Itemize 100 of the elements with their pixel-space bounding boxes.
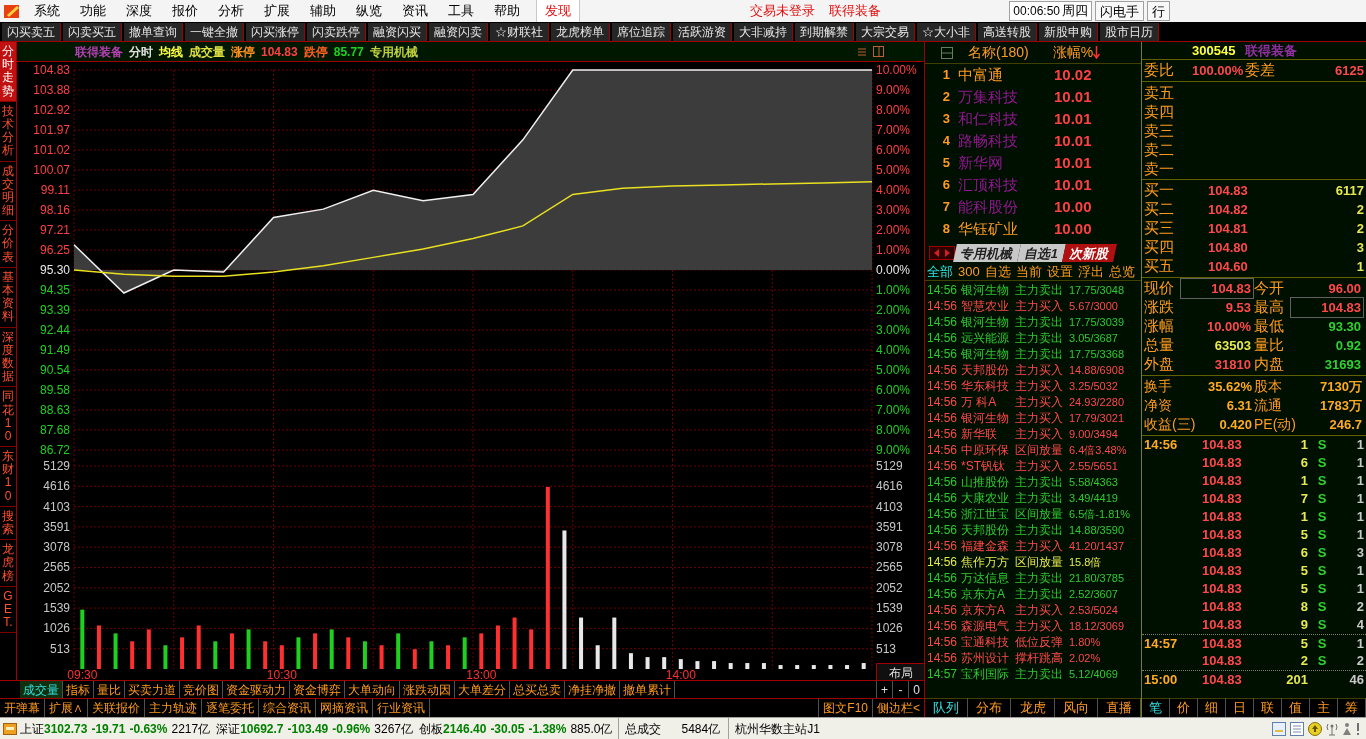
sector-tab[interactable]: 专用机械 xyxy=(953,244,1021,262)
alert-stock[interactable]: 宝利国际 xyxy=(961,665,1015,683)
tab[interactable]: 成交量 xyxy=(20,680,63,699)
side-tab[interactable]: 东财10 xyxy=(0,447,16,507)
alert-stock[interactable]: 智慧农业 xyxy=(961,297,1015,315)
menu-item[interactable]: 报价 xyxy=(162,1,208,21)
menu-item[interactable]: 分析 xyxy=(208,1,254,21)
alert-stock[interactable]: 银河生物 xyxy=(961,345,1015,363)
side-tab[interactable]: 同花10 xyxy=(0,387,16,448)
alert-stock[interactable]: 焦作万方 xyxy=(961,553,1015,571)
axis-label: 2.00% xyxy=(876,222,911,237)
alert-signal: 主力买入 xyxy=(1015,410,1064,427)
collapse-icon[interactable] xyxy=(941,46,953,59)
alert-stock[interactable]: 大康农业 xyxy=(961,489,1015,507)
person-icon[interactable] xyxy=(1342,721,1352,736)
filter-tab[interactable]: 设置 xyxy=(1046,261,1073,282)
menu-item[interactable]: 系统 xyxy=(24,1,70,21)
toolbar-button[interactable]: 闪买卖五 xyxy=(2,22,61,41)
alert-stock[interactable]: 宝通科技 xyxy=(961,633,1015,651)
alert-stock[interactable]: 万达信息 xyxy=(961,569,1015,587)
upload-icon[interactable] xyxy=(1308,721,1322,736)
alert-value: 14.88/6908 xyxy=(1069,362,1125,378)
side-tab[interactable]: 分价表 xyxy=(0,221,16,268)
header-button[interactable]: 闪电手 xyxy=(1095,1,1144,21)
filter-tab[interactable]: 浮出 xyxy=(1077,261,1104,282)
stock-name[interactable]: 华钰矿业 xyxy=(958,217,1054,241)
toolbar-button[interactable]: 龙虎榜单 xyxy=(551,22,610,41)
toolbar-button[interactable]: ☆财联社 xyxy=(490,22,549,41)
toolbar-button[interactable]: 股市日历 xyxy=(1100,22,1159,41)
sector-tab[interactable]: 自选1 xyxy=(1017,244,1067,262)
menu-item[interactable]: 功能 xyxy=(70,1,116,21)
alert-stock[interactable]: 华东科技 xyxy=(961,377,1015,395)
toolbar-button[interactable]: 闪卖买五 xyxy=(63,22,122,41)
sector-tab[interactable]: 次新股 xyxy=(1062,244,1118,262)
toolbar-button[interactable]: 融资闪买 xyxy=(368,22,427,41)
alert-signal: 主力买入 xyxy=(1015,298,1064,315)
column-header[interactable]: 名称(180) xyxy=(968,42,1029,63)
toolbar-button[interactable]: 新股申购 xyxy=(1039,22,1098,41)
toolbar-button[interactable]: 大非减持 xyxy=(734,22,793,41)
menu-item[interactable]: 深度 xyxy=(116,1,162,21)
app-logo-icon[interactable] xyxy=(3,3,21,19)
chart-header-text: 104.83 xyxy=(261,43,298,61)
stat-value: 6.31 xyxy=(1225,396,1253,415)
alert-stock[interactable]: 苏州设计 xyxy=(961,649,1015,667)
tick-count: 1 xyxy=(1356,562,1364,581)
layout-button[interactable]: 布局 xyxy=(876,663,924,680)
alert-stock[interactable]: 天邦股份 xyxy=(961,361,1015,379)
menu-item[interactable]: 纵览 xyxy=(346,1,392,21)
list-icon[interactable] xyxy=(1290,721,1304,736)
alert-stock[interactable]: 京东方A xyxy=(961,601,1015,619)
alert-stock[interactable]: 新华联 xyxy=(961,425,1015,443)
menu-item[interactable]: 扩展 xyxy=(254,1,300,21)
alert-stock[interactable]: 福建金森 xyxy=(961,537,1015,555)
toolbar-button[interactable]: ☆大小非 xyxy=(917,22,976,41)
axis-label: 10.00% xyxy=(876,63,917,77)
alert-stock[interactable]: 森源电气 xyxy=(961,617,1015,635)
window-icon[interactable] xyxy=(873,46,884,57)
scroll-arrows-icon[interactable] xyxy=(929,246,955,260)
toolbar-button[interactable]: 席位追踪 xyxy=(612,22,671,41)
toolbar-button[interactable]: 闪卖跌停 xyxy=(307,22,366,41)
alert-stock[interactable]: 京东方A xyxy=(961,585,1015,603)
menu-item[interactable]: 资讯 xyxy=(392,1,438,21)
toolbar-button[interactable]: 到期解禁 xyxy=(795,22,854,41)
filter-tab[interactable]: 当前 xyxy=(1015,261,1042,282)
header-button[interactable]: 行 xyxy=(1147,1,1170,21)
menu-item[interactable]: 辅助 xyxy=(300,1,346,21)
column-header[interactable]: 涨幅% xyxy=(1052,42,1094,63)
toolbar-button[interactable]: 闪买涨停 xyxy=(246,22,305,41)
alert-stock[interactable]: 远兴能源 xyxy=(961,329,1015,347)
toolbar-button[interactable]: 一键全撤 xyxy=(185,22,244,41)
stock-name[interactable]: 中富通 xyxy=(958,63,1054,87)
alert-stock[interactable]: 银河生物 xyxy=(961,313,1015,331)
toolbar-button[interactable]: 大宗交易 xyxy=(856,22,915,41)
panel-icon[interactable] xyxy=(1272,721,1286,736)
antenna-icon[interactable] xyxy=(1326,721,1338,736)
side-tab[interactable]: 分时走势 xyxy=(0,42,16,102)
side-tab[interactable]: 龙虎榜 xyxy=(0,540,16,587)
alert-stock[interactable]: 银河生物 xyxy=(961,281,1015,299)
alert-stock[interactable]: 浙江世宝 xyxy=(961,505,1015,523)
toolbar-button[interactable]: 活跃游资 xyxy=(673,22,732,41)
alert-stock[interactable]: 银河生物 xyxy=(961,409,1015,427)
alert-stock[interactable]: 中原环保 xyxy=(961,441,1015,459)
menu-item[interactable]: 帮助 xyxy=(484,1,530,21)
filter-tab[interactable]: 全部 xyxy=(927,261,953,282)
alert-stock[interactable]: *ST钒钛 xyxy=(961,457,1015,475)
filter-tab[interactable]: 总览 xyxy=(1108,261,1135,282)
toolbar-button[interactable]: 融资闪卖 xyxy=(429,22,488,41)
menu-item[interactable]: 工具 xyxy=(438,1,484,21)
alert-stock[interactable]: 天邦股份 xyxy=(961,521,1015,539)
index-icon[interactable] xyxy=(3,722,17,735)
stat-value: 104.83 xyxy=(1180,277,1254,300)
axis-label: 98.16 xyxy=(39,202,70,217)
filter-tab[interactable]: 自选 xyxy=(984,261,1011,282)
alert-icon[interactable] xyxy=(1356,721,1360,736)
toolbar-button[interactable]: 撤单查询 xyxy=(124,22,183,41)
filter-tab[interactable]: 300 xyxy=(958,261,980,282)
alert-stock[interactable]: 山推股份 xyxy=(961,473,1015,491)
discover-link[interactable]: 发现 xyxy=(536,0,580,22)
toolbar-button[interactable]: 高送转股 xyxy=(978,22,1037,41)
alert-stock[interactable]: 万 科A xyxy=(961,393,1015,411)
